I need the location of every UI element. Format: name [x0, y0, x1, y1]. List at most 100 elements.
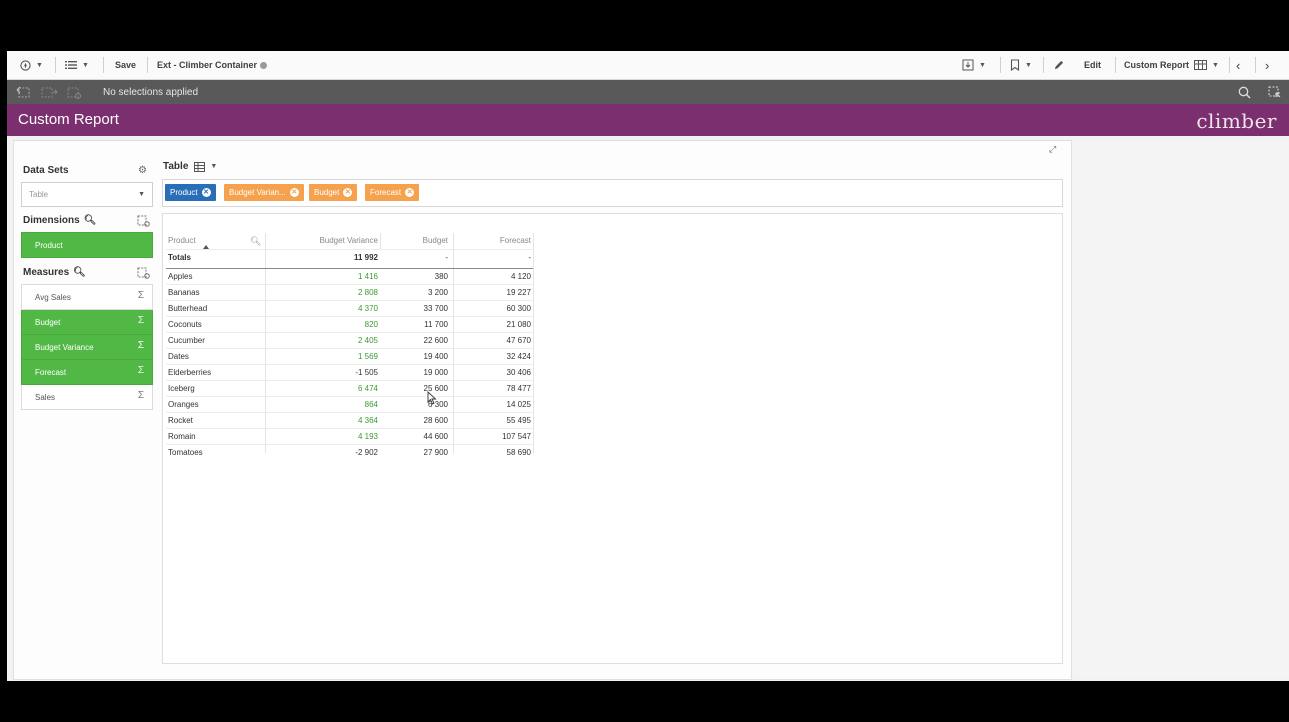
dimension-item-product[interactable]: Product — [21, 232, 153, 258]
remove-icon[interactable]: ✕ — [201, 188, 211, 197]
measure-item-avg-sales[interactable]: Avg Sales Σ — [21, 284, 153, 310]
table-row[interactable]: Oranges 864 6 300 14 025 — [166, 397, 533, 413]
bookmark-icon — [1010, 59, 1020, 71]
column-header-budget[interactable]: Budget — [376, 236, 448, 245]
cell-product: Tomatoes — [168, 448, 203, 457]
measure-item-forecast[interactable]: Forecast Σ — [21, 360, 153, 385]
cell-forecast: 30 406 — [506, 368, 531, 377]
empty-sheet-area — [1073, 140, 1289, 678]
measure-item-budget[interactable]: Budget Σ — [21, 310, 153, 335]
data-sets-label: Data Sets — [23, 165, 69, 176]
table-row[interactable]: Coconuts 820 11 700 21 080 — [166, 317, 533, 333]
search-icon[interactable]: 🔍︎ — [84, 215, 97, 226]
cell-product: Romain — [168, 432, 196, 441]
divider — [1255, 57, 1256, 73]
chip-budget[interactable]: Budget ✕ — [309, 184, 358, 201]
chevron-down-icon: ▼ — [36, 61, 43, 69]
bookmarks-button[interactable]: ▼ — [1010, 51, 1032, 79]
sigma-icon: Σ — [137, 390, 144, 401]
dimensions-label: Dimensions — [23, 215, 80, 226]
search-button[interactable] — [1238, 80, 1251, 104]
cell-budget: 44 600 — [423, 432, 448, 441]
divider — [1115, 57, 1116, 73]
remove-icon[interactable]: ✕ — [343, 188, 353, 197]
cell-budget: 6 300 — [427, 400, 448, 409]
global-menu-button[interactable]: ▼ — [65, 51, 89, 79]
edit-button[interactable]: Edit — [1084, 51, 1101, 79]
divider — [147, 57, 148, 73]
expand-icon[interactable]: ⤢ — [1049, 144, 1056, 155]
sigma-icon: Σ — [137, 315, 144, 326]
dataset-select[interactable]: Table ▼ — [21, 182, 153, 207]
cell-product: Butterhead — [168, 304, 208, 313]
chip-budget-variance[interactable]: Budget Varian... ✕ — [224, 184, 304, 201]
table-row[interactable]: Iceberg 6 474 25 600 78 477 — [166, 381, 533, 397]
chip-forecast[interactable]: Forecast ✕ — [365, 184, 420, 201]
table-row[interactable]: Dates 1 569 19 400 32 424 — [166, 349, 533, 365]
cell-budget-variance: 4 370 — [357, 304, 378, 313]
save-button[interactable]: Save — [115, 51, 136, 79]
chip-product[interactable]: Product ✕ — [165, 184, 216, 201]
cell-product: Dates — [168, 352, 189, 361]
compass-icon — [20, 59, 31, 71]
cell-product: Iceberg — [168, 384, 195, 393]
chip-label: Budget Varian... — [229, 188, 286, 197]
add-measure-icon[interactable] — [137, 267, 150, 279]
visualization-type-selector[interactable]: Table ▼ — [163, 161, 217, 172]
column-header-budget-variance[interactable]: Budget Variance — [266, 236, 378, 245]
table-row[interactable]: Butterhead 4 370 33 700 60 300 — [166, 301, 533, 317]
clear-selections-button[interactable] — [67, 80, 82, 104]
table-icon — [194, 161, 206, 172]
table-row[interactable]: Cucumber 2 405 22 600 47 670 — [166, 333, 533, 349]
column-header-forecast[interactable]: Forecast — [456, 236, 531, 245]
divider — [1229, 57, 1230, 73]
previous-sheet-button[interactable]: ‹ — [1236, 51, 1240, 79]
measure-item-label: Budget — [35, 318, 61, 327]
search-icon — [1238, 86, 1251, 98]
edit-pencil-button[interactable] — [1053, 51, 1064, 79]
sort-ascending-icon — [203, 245, 209, 249]
column-search-icon[interactable]: 🔍︎ — [250, 236, 261, 247]
measures-list: Avg Sales Σ Budget Σ Budget Variance Σ F… — [21, 284, 153, 410]
next-sheet-button[interactable]: › — [1265, 51, 1269, 79]
navigation-menu-button[interactable]: ▼ — [20, 51, 43, 79]
chevron-down-icon: ▼ — [979, 61, 986, 69]
remove-icon[interactable]: ✕ — [405, 188, 415, 197]
table-row[interactable]: Romain 4 193 44 600 107 547 — [166, 429, 533, 445]
selections-tool-button[interactable] — [1268, 80, 1281, 104]
app-info-icon[interactable] — [260, 61, 268, 69]
measures-label: Measures — [23, 267, 70, 278]
gear-icon[interactable]: ⚙ — [138, 165, 147, 176]
table-row[interactable]: Rocket 4 364 28 600 55 495 — [166, 413, 533, 429]
remove-icon[interactable]: ✕ — [289, 188, 299, 197]
step-forward-button[interactable] — [41, 80, 58, 104]
table-row[interactable]: Apples 1 416 380 4 120 — [166, 269, 533, 285]
table-row[interactable]: Tomatoes -2 902 27 900 58 690 — [166, 445, 533, 460]
cell-forecast: 78 477 — [506, 384, 531, 393]
sheet-selector-button[interactable]: Custom Report ▼ — [1124, 51, 1219, 79]
list-menu-icon — [65, 61, 77, 69]
search-icon[interactable]: 🔍︎ — [73, 267, 86, 278]
cell-budget: 19 400 — [423, 352, 448, 361]
cell-product: Apples — [168, 272, 193, 281]
sheet-object: ⤢ Data Sets ⚙ Table ▼ Dimensions 🔍︎ Prod… — [13, 140, 1072, 680]
cell-budget-variance: 2 808 — [357, 288, 378, 297]
cell-budget: 27 900 — [423, 448, 448, 457]
cell-forecast: 21 080 — [506, 320, 531, 329]
step-back-button[interactable] — [16, 80, 31, 104]
data-table: Product 🔍︎ Budget Variance Budget Foreca… — [162, 213, 1063, 664]
step-back-icon — [16, 86, 30, 97]
measure-item-sales[interactable]: Sales Σ — [21, 385, 153, 410]
table-row[interactable]: Elderberries -1 505 19 000 30 406 — [166, 365, 533, 381]
visualization-type-label: Table — [163, 161, 189, 172]
table-row[interactable]: Bananas 2 808 3 200 19 227 — [166, 285, 533, 301]
export-menu-button[interactable]: ▼ — [962, 51, 986, 79]
totals-forecast: - — [528, 253, 531, 262]
cell-product: Oranges — [168, 400, 199, 409]
sheet-title-bar: Custom Report climber — [7, 104, 1289, 136]
cell-product: Bananas — [168, 288, 200, 297]
chevron-right-icon: › — [1265, 57, 1270, 73]
cell-forecast: 47 670 — [506, 336, 531, 345]
add-dimension-icon[interactable] — [137, 215, 150, 227]
measure-item-budget-variance[interactable]: Budget Variance Σ — [21, 335, 153, 360]
